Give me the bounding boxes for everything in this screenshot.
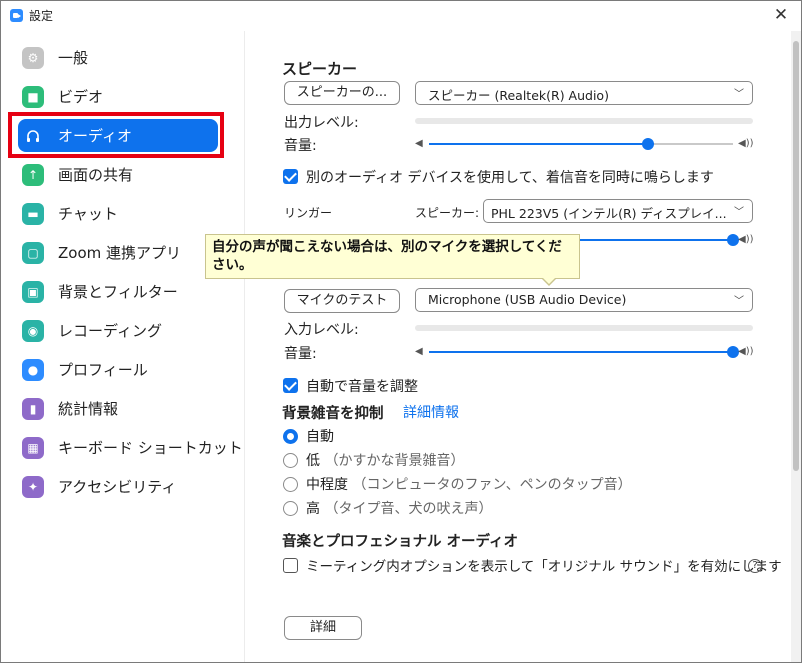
microphone-device-value: Microphone (USB Audio Device) (428, 292, 627, 307)
sidebar-item-background-filters[interactable]: ▣ 背景とフィルター (18, 275, 218, 308)
volume-high-icon: ◀)) (738, 234, 754, 245)
record-icon: ◉ (22, 319, 44, 342)
profile-icon: ● (22, 358, 44, 381)
input-level-meter (415, 325, 753, 331)
noise-option-auto-label: 自動 (306, 429, 334, 445)
sidebar-item-video[interactable]: ■ ビデオ (18, 80, 218, 113)
microphone-volume-slider[interactable] (429, 345, 739, 359)
title-bar: 設定 ✕ (1, 1, 801, 31)
help-icon[interactable]: ? (748, 559, 762, 573)
original-sound-label: ミーティング内オプションを表示して「オリジナル サウンド」を有効にします (306, 559, 782, 575)
noise-option-low-label: 低 （かすかな背景雑音） (306, 453, 465, 469)
microphone-volume-label: 音量: (284, 346, 317, 362)
ringer-speaker-label: スピーカー: (415, 206, 480, 220)
sidebar-item-label: Zoom 連携アプリ (58, 244, 182, 262)
sidebar-item-chat[interactable]: ▬ チャット (18, 197, 218, 230)
noise-option-high-label: 高 （タイプ音、犬の吠え声） (306, 501, 493, 517)
chevron-down-icon: ﹀ (734, 207, 744, 218)
ringer-device-value: PHL 223V5 (インテル(R) ディスプレイ... (491, 206, 727, 221)
chat-bubble-icon: ▬ (22, 202, 44, 225)
test-microphone-button[interactable]: マイクのテスト (284, 289, 400, 313)
zoom-app-icon (10, 9, 23, 22)
sidebar-item-general[interactable]: ⚙ 一般 (18, 41, 218, 74)
advanced-button[interactable]: 詳細 (284, 616, 362, 640)
volume-high-icon: ◀)) (738, 346, 754, 357)
share-screen-icon: ↑ (22, 163, 44, 186)
apps-icon: ▢ (22, 241, 44, 264)
sidebar-item-label: プロフィール (58, 361, 148, 379)
sidebar-item-label: 一般 (58, 49, 89, 67)
active-item-highlight (8, 112, 224, 158)
scrollbar-thumb[interactable] (793, 41, 799, 471)
speaker-heading: スピーカー (282, 60, 358, 78)
slider-knob[interactable] (641, 138, 654, 150)
chevron-down-icon: ﹀ (734, 89, 744, 100)
sidebar-item-label: アクセシビリティ (58, 478, 177, 496)
output-level-label: 出力レベル: (284, 115, 359, 131)
volume-high-icon: ◀)) (738, 138, 754, 149)
sidebar-item-statistics[interactable]: ▮ 統計情報 (18, 392, 218, 425)
speaker-volume-label: 音量: (284, 138, 317, 154)
sidebar-item-keyboard-shortcuts[interactable]: ▦ キーボード ショートカット (18, 431, 243, 464)
microphone-tooltip: 自分の声が聞こえない場合は、別のマイクを選択してください。 (205, 234, 580, 279)
noise-radio-high[interactable] (283, 501, 298, 516)
noise-radio-medium[interactable] (283, 477, 298, 492)
auto-adjust-checkbox[interactable] (283, 378, 298, 393)
sidebar-item-label: 背景とフィルター (58, 283, 178, 301)
ringer-device-select[interactable]: PHL 223V5 (インテル(R) ディスプレイ... ﹀ (483, 199, 753, 223)
sidebar-item-profile[interactable]: ● プロフィール (18, 353, 218, 386)
auto-adjust-label: 自動で音量を調整 (306, 379, 418, 395)
output-level-meter (415, 118, 753, 124)
gear-icon: ⚙ (22, 46, 44, 69)
music-audio-heading: 音楽とプロフェショナル オーディオ (282, 534, 519, 550)
original-sound-checkbox[interactable] (283, 558, 298, 573)
speaker-device-value: スピーカー (Realtek(R) Audio) (428, 88, 609, 103)
window-title: 設定 (29, 9, 54, 23)
sidebar-item-recording[interactable]: ◉ レコーディング (18, 314, 218, 347)
sidebar-item-label: レコーディング (58, 322, 162, 340)
noise-more-info-link[interactable]: 詳細情報 (403, 402, 459, 422)
volume-low-icon: ◀ (415, 138, 423, 149)
noise-option-medium-label: 中程度 （コンピュータのファン、ペンのタップ音） (306, 477, 632, 493)
close-button[interactable]: ✕ (771, 5, 791, 25)
sidebar-item-accessibility[interactable]: ✦ アクセシビリティ (18, 470, 218, 503)
volume-low-icon: ◀ (415, 346, 423, 357)
video-camera-icon: ■ (22, 85, 44, 108)
keyboard-icon: ▦ (22, 436, 44, 459)
test-speaker-button[interactable]: スピーカーの... (284, 81, 400, 105)
accessibility-icon: ✦ (22, 475, 44, 498)
noise-suppression-heading: 背景雑音を抑制 (282, 406, 384, 422)
microphone-device-select[interactable]: Microphone (USB Audio Device) ﹀ (415, 288, 753, 312)
noise-radio-auto[interactable] (283, 429, 298, 444)
sidebar-item-share-screen[interactable]: ↑ 画面の共有 (18, 158, 218, 191)
sidebar-item-label: 統計情報 (58, 400, 119, 418)
ringer-label: リンガー (284, 206, 333, 220)
sidebar-item-label: チャット (58, 205, 118, 223)
background-person-icon: ▣ (22, 280, 44, 303)
separate-device-label: 別のオーディオ デバイスを使用して、着信音を同時に鳴らします (306, 170, 714, 186)
sidebar-item-label: ビデオ (58, 88, 104, 106)
sidebar-item-zoom-apps[interactable]: ▢ Zoom 連携アプリ (18, 236, 218, 269)
separate-device-checkbox[interactable] (283, 169, 298, 184)
sidebar-item-label: 画面の共有 (58, 166, 134, 184)
sidebar-item-label: キーボード ショートカット (58, 439, 243, 457)
content-scrollbar[interactable] (791, 31, 801, 662)
statistics-icon: ▮ (22, 397, 44, 420)
chevron-down-icon: ﹀ (734, 296, 744, 307)
input-level-label: 入力レベル: (284, 322, 359, 338)
speaker-device-select[interactable]: スピーカー (Realtek(R) Audio) ﹀ (415, 81, 753, 105)
noise-radio-low[interactable] (283, 453, 298, 468)
settings-window: 設定 ✕ ⚙ 一般 ■ ビデオ オーディオ ↑ 画面の共有 ▬ チャット ▢ Z… (0, 0, 802, 663)
speaker-volume-slider[interactable] (429, 137, 733, 151)
